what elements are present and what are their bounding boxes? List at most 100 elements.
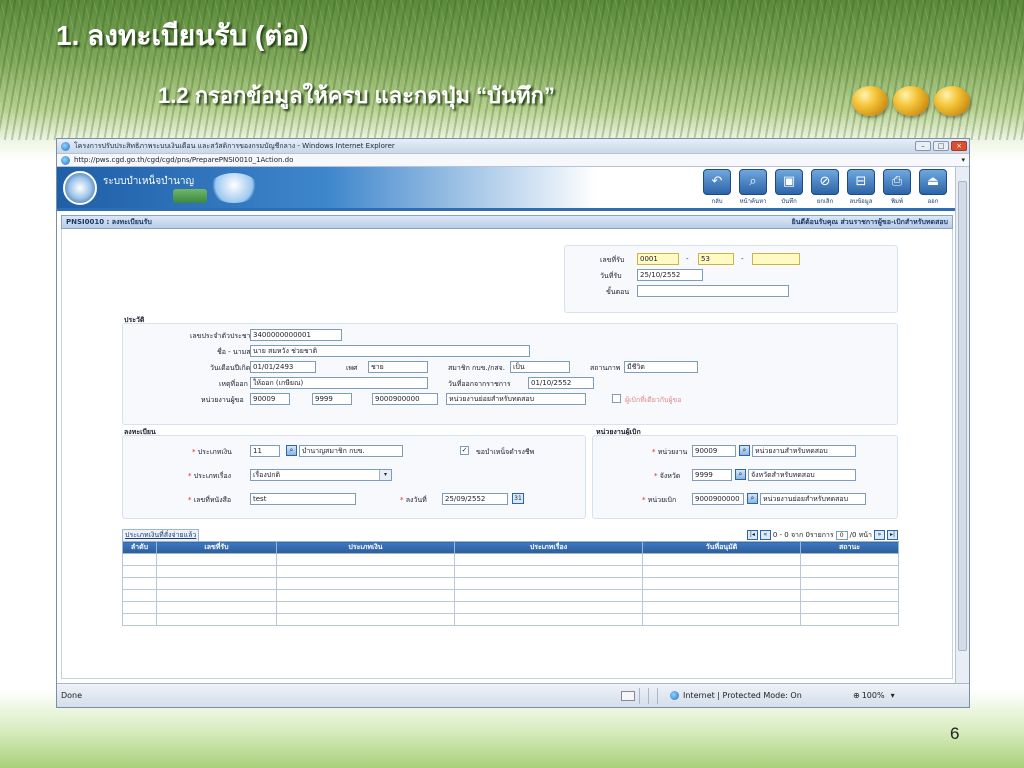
search-page-label: หน้าค้นหา [739,198,767,205]
cancel-button[interactable]: ⊘ ยกเลิก [809,169,841,206]
receipt-no-part2[interactable]: 53 [698,253,734,265]
birth-field[interactable]: 01/01/2493 [250,361,316,373]
next-page-icon[interactable]: » [874,530,885,540]
table-cell [454,601,643,614]
prev-page-icon[interactable]: « [759,530,771,540]
sex-field[interactable]: ชาย [368,361,428,373]
address-bar[interactable]: http://pws.cgd.go.th/cgd/cgd/pns/Prepare… [57,153,969,167]
payer-unit-name[interactable]: หน่วยงานย่อยสำหรับทดสอบ [760,493,866,505]
province-name[interactable]: จังหวัดสำหรับทดสอบ [748,469,856,481]
table-cell [122,577,157,590]
address-url[interactable]: http://pws.cgd.go.th/cgd/cgd/pns/Prepare… [70,156,961,164]
search-page-icon: ⌕ [739,169,767,195]
status-field[interactable]: มีชีวิต [624,361,698,373]
table-row[interactable] [122,589,899,602]
subject-type-label: * ประเภทเรื่อง [188,472,232,480]
table-row[interactable] [122,553,899,566]
receipt-no-part1[interactable]: 0001 [637,253,679,265]
address-dropdown-icon[interactable]: ▾ [961,156,965,164]
doc-no-label: * เลขที่หนังสือ [188,496,232,504]
leave-field[interactable]: 01/10/2552 [528,377,594,389]
subject-type-select[interactable]: เรื่องปกติ ▾ [250,469,392,481]
print-label: พิมพ์ [891,198,903,205]
grid-column-header: วันที่อนุมัติ [642,541,801,554]
requester-unit-label: หน่วยงานผู้ขอ [201,396,244,404]
table-cell [276,565,455,578]
zoom-level[interactable]: 100% [862,691,885,700]
search-page-button[interactable]: ⌕ หน้าค้นหา [737,169,769,206]
doc-date-field[interactable]: 25/09/2552 [442,493,508,505]
province-code[interactable]: 9999 [692,469,732,481]
reason-field[interactable]: ให้ออก (เกษียณ) [250,377,428,389]
print-button[interactable]: ⎙ พิมพ์ [881,169,913,206]
agency-code[interactable]: 90009 [692,445,736,457]
table-cell [156,613,277,626]
zoom-icon[interactable]: ⊕ [853,691,860,700]
name-field[interactable]: นาย สมหวัง ช่วยชาติ [250,345,530,357]
zoom-dropdown-icon[interactable]: ▾ [891,691,895,700]
table-cell [642,613,801,626]
table-cell [276,553,455,566]
table-row[interactable] [122,577,899,590]
pager-total: /0 หน้า [849,530,872,539]
agency-name[interactable]: หน่วยงานสำหรับทดสอบ [752,445,856,457]
money-type-code[interactable]: 11 [250,445,280,457]
first-page-icon[interactable]: |◂ [746,530,758,540]
requester-unit-code3[interactable]: 9000900000 [372,393,438,405]
status-bar: Done Internet | Protected Mode: On ⊕ 100… [57,683,969,707]
chevron-down-icon[interactable]: ▾ [379,470,391,480]
table-cell [642,565,801,578]
requester-unit-code2[interactable]: 9999 [312,393,352,405]
grid-column-header: สถานะ [800,541,899,554]
payer-unit-code[interactable]: 9000900000 [692,493,744,505]
table-cell [642,553,801,566]
grid-caption[interactable]: ประเภทเงินที่สั่งจ่ายแล้ว [122,528,200,542]
welcome-text: ยินดีต้อนรับคุณ ส่วนราชการผู้ขอ-เบิกสำหร… [791,217,948,226]
table-row[interactable] [122,613,899,626]
scrollbar-thumb[interactable] [958,181,967,651]
delete-button[interactable]: ⊟ ลบข้อมูล [845,169,877,206]
agency-lookup-icon[interactable]: ⌕ [739,445,750,456]
same-payer-checkbox[interactable] [612,394,621,403]
requester-unit-name[interactable]: หน่วยงานย่อยสำหรับทดสอบ [446,393,586,405]
money-type-name[interactable]: บำนาญสมาชิก กบข. [299,445,403,457]
table-row[interactable] [122,565,899,578]
table-cell [642,601,801,614]
receipt-no-part3[interactable] [752,253,800,265]
money-type-lookup-icon[interactable]: ⌕ [286,445,297,456]
close-button[interactable]: × [951,141,967,151]
lifetime-pension-checkbox[interactable]: ✓ [460,446,469,455]
toolbar: ↶ กลับ ⌕ หน้าค้นหา ▣ บันทึก ⊘ ยกเลิก ⊟ ลบข้อมูล ⎙ พ… [701,169,949,206]
minimize-button[interactable]: – [915,141,931,151]
requester-unit-code1[interactable]: 90009 [250,393,290,405]
table-row[interactable] [122,601,899,614]
doc-no-field[interactable]: test [250,493,356,505]
member-field[interactable]: เป็น [510,361,570,373]
page-input[interactable]: 0 [835,530,848,540]
department-logo [63,171,97,205]
exit-button[interactable]: ⏏ ออก [917,169,949,206]
back-button[interactable]: ↶ กลับ [701,169,733,206]
receipt-no-sep2: - [741,255,744,263]
calendar-icon[interactable]: 31 [512,493,524,504]
table-cell [156,553,277,566]
province-lookup-icon[interactable]: ⌕ [735,469,746,480]
orb-icon [893,86,929,116]
step-field[interactable] [637,285,789,297]
page-icon [61,155,70,165]
app-header: ระบบบำเหน็จบำนาญ ↶ กลับ ⌕ หน้าค้นหา ▣ บันทึก ⊘… [57,167,957,211]
save-button[interactable]: ▣ บันทึก [773,169,805,206]
table-cell [276,601,455,614]
table-cell [800,577,899,590]
orb-icon [934,86,970,116]
payer-unit-lookup-icon[interactable]: ⌕ [747,493,758,504]
table-cell [276,613,455,626]
table-cell [800,601,899,614]
receipt-date-field[interactable]: 25/10/2552 [637,269,703,281]
vertical-scrollbar[interactable] [955,167,969,685]
exit-icon: ⏏ [919,169,947,195]
last-page-icon[interactable]: ▸| [887,530,898,540]
maximize-button[interactable]: □ [933,141,949,151]
paid-money-grid: ประเภทเงินที่สั่งจ่ายแล้ว |◂ « 0 - 0 จาก… [122,528,899,626]
id-field[interactable]: 3400000000001 [250,329,342,341]
